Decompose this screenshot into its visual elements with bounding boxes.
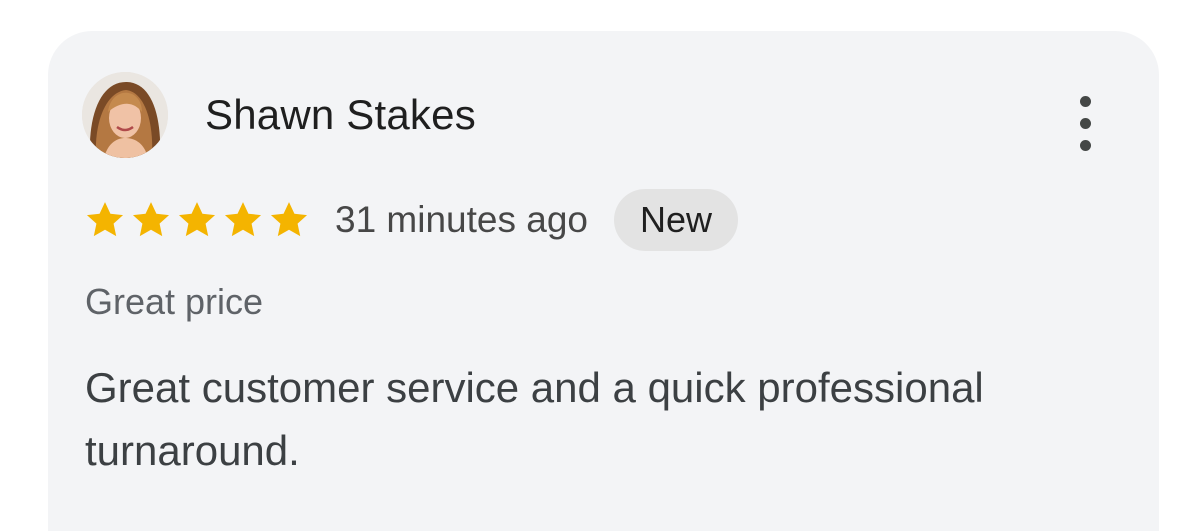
new-badge: New [614,189,739,251]
star-icon [86,202,124,237]
star-icon [132,202,170,237]
reviewer-name[interactable]: Shawn Stakes [205,89,476,141]
star-icon [178,202,216,237]
review-tag: Great price [85,281,264,322]
more-options-button[interactable] [1068,93,1104,153]
star-icon [270,202,308,237]
star-icon [224,202,262,237]
review-text: Great customer service and a quick profe… [85,364,984,474]
review-time: 31 minutes ago [335,199,589,240]
review-meta: 31 minutes ago New [84,189,739,251]
more-vert-icon [1080,96,1091,107]
star-rating [84,199,310,241]
review-card: Shawn Stakes 31 minutes ago New Great pr… [48,31,1159,531]
avatar[interactable] [82,72,168,158]
